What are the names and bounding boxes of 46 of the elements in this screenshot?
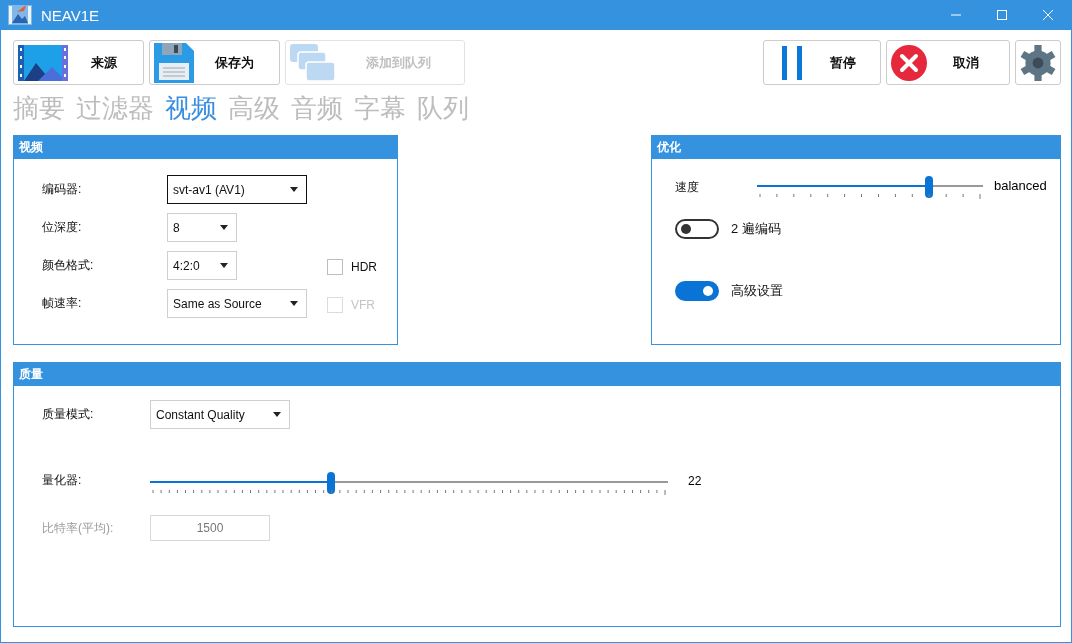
toggle-label: 2 遍编码	[731, 220, 781, 238]
slider-thumb[interactable]	[327, 472, 336, 494]
caret-icon	[290, 187, 298, 192]
slider-value: balanced	[994, 177, 1047, 193]
field-label: 速度	[675, 179, 700, 196]
dropdown[interactable]: Constant Quality	[150, 400, 290, 429]
toggle-switch[interactable]	[675, 219, 719, 239]
cancel-button[interactable]: 取消	[886, 40, 1010, 85]
field-label: 帧速率:	[42, 295, 83, 312]
settings-button[interactable]	[1015, 40, 1061, 85]
field-label: 编码器:	[42, 181, 83, 198]
field-label: 质量模式:	[42, 406, 95, 423]
dropdown[interactable]: Same as Source	[167, 289, 307, 318]
slider-thumb[interactable]	[924, 176, 933, 198]
dropdown[interactable]: 4:2:0	[167, 251, 237, 280]
stacked-windows-icon	[290, 43, 336, 82]
caret-icon	[220, 225, 228, 230]
field-label: 颜色格式:	[42, 257, 95, 274]
slider-value: 22	[688, 474, 703, 488]
maximize-icon	[997, 10, 1007, 20]
checkbox[interactable]	[327, 258, 343, 275]
field-label: 比特率(平均):	[42, 519, 115, 537]
caret-icon	[290, 301, 298, 306]
dropdown[interactable]: svt-av1 (AV1)	[167, 175, 307, 204]
checkbox-label: VFR	[351, 297, 375, 312]
caret-icon	[273, 412, 281, 417]
pause-icon	[782, 45, 802, 80]
image-film-icon	[18, 44, 68, 81]
settings-icon	[1020, 42, 1056, 83]
group-title: 优化	[652, 135, 1060, 159]
save-button[interactable]: 保存为	[149, 40, 280, 85]
toggle-label: 高级设置	[731, 282, 783, 300]
window-title: NEAV1E	[41, 6, 100, 24]
app-logo-icon	[7, 3, 33, 27]
cancel-icon	[891, 44, 927, 81]
group-title: 视频	[14, 135, 397, 159]
dropdown[interactable]: 8	[167, 213, 237, 242]
pause-button[interactable]: 暂停	[763, 40, 881, 85]
field-label: 位深度:	[42, 219, 83, 236]
checkbox-label: HDR	[351, 259, 377, 274]
close-icon	[1043, 10, 1053, 20]
toggle-switch[interactable]	[675, 281, 719, 301]
field-label: 量化器:	[42, 471, 83, 489]
caret-icon	[220, 263, 228, 268]
group-title: 质量	[14, 362, 1060, 386]
source-button[interactable]: 来源	[13, 40, 144, 85]
